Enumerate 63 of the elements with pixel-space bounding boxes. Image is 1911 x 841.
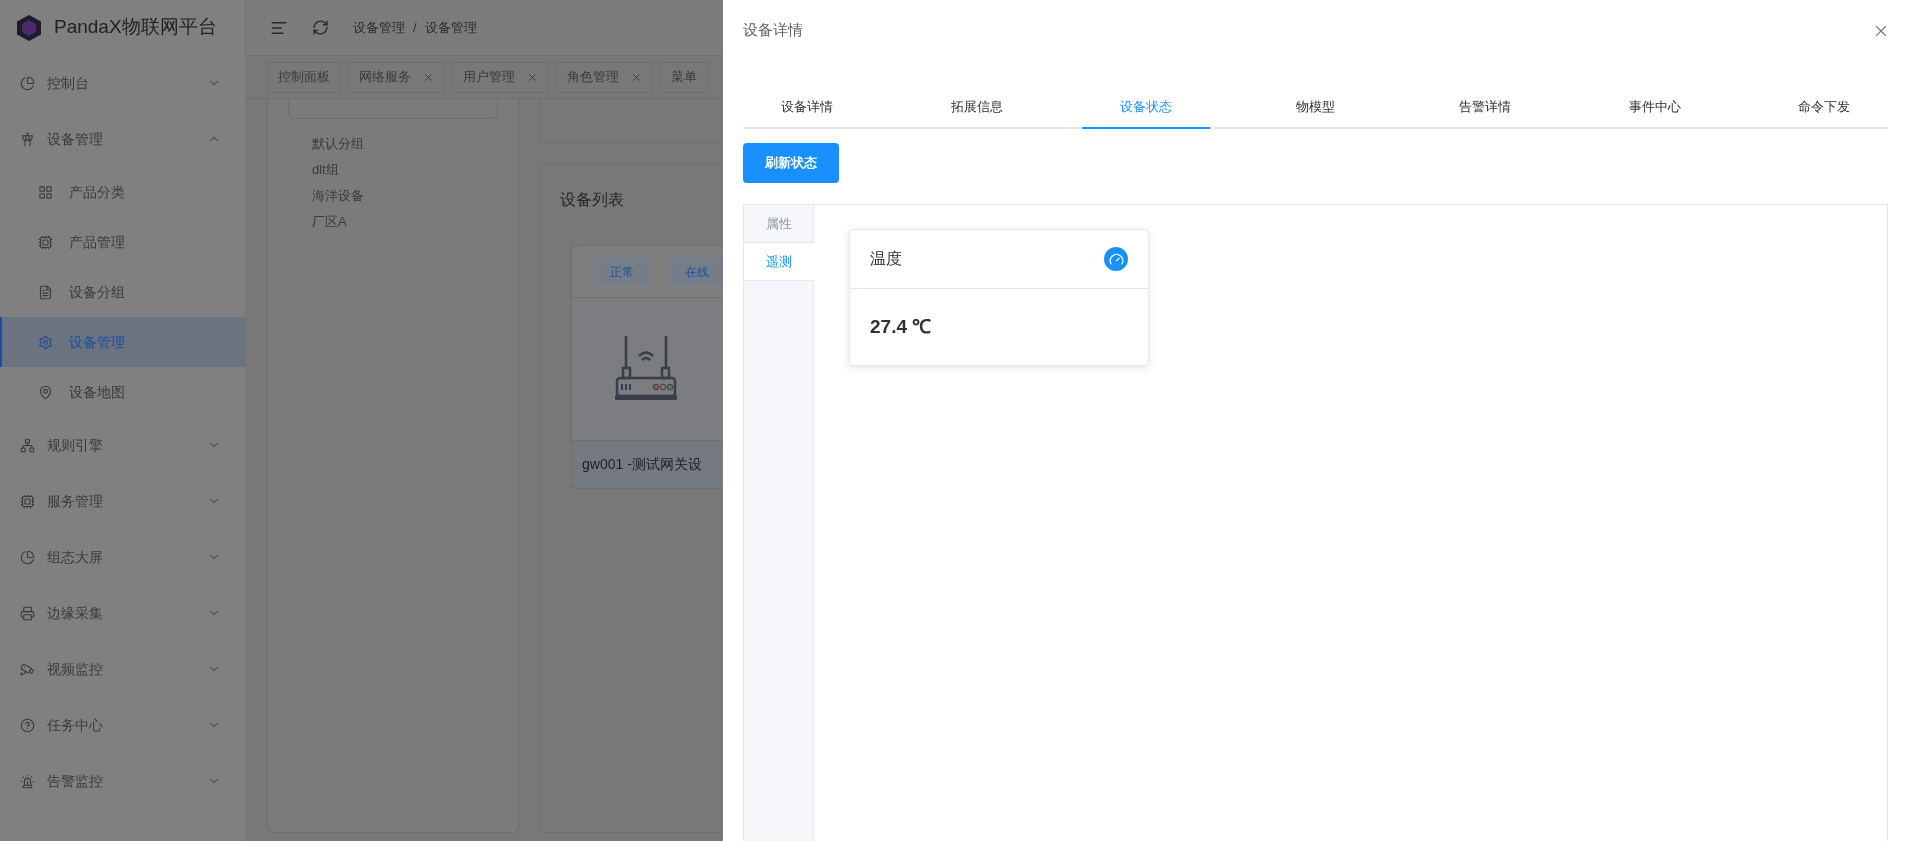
sidebar-subitem[interactable]: 设备地图 [0,367,245,417]
breadcrumb-item[interactable]: 设备管理 [353,17,405,38]
drawer-title: 设备详情 [743,20,803,41]
map-pin-icon [38,384,53,400]
printer-icon [20,605,35,621]
hierarchy-icon [20,437,35,453]
page-tag[interactable]: 角色管理 [556,61,653,93]
sidebar-item[interactable]: 控制台 [0,55,245,111]
tower-icon [20,131,35,147]
tab[interactable]: 告警详情 [1421,97,1549,129]
sidebar-subitem[interactable]: 设备管理 [0,317,245,367]
chip-icon [38,234,53,250]
close-icon[interactable] [527,71,538,83]
tab[interactable]: 拓展信息 [912,97,1041,129]
tree-item[interactable]: 海洋设备 [312,186,518,205]
sidebar-subitem[interactable]: 设备分组 [0,267,245,317]
sidebar-item[interactable]: 边缘采集 [0,585,245,641]
settings-icon [38,334,53,350]
tab[interactable]: 物模型 [1251,97,1380,129]
refresh-status-button[interactable]: 刷新状态 [743,143,839,183]
page-tag[interactable]: 网络服务 [348,61,445,93]
pie-chart-icon [20,549,35,565]
sidebar-item[interactable]: 规则引擎 [0,417,245,473]
refresh-icon[interactable] [312,19,329,36]
status-tag: 在线 [669,257,723,286]
breadcrumb-item: 设备管理 [424,18,477,37]
page-tag[interactable]: 菜单 [660,61,708,93]
alarm-icon [20,773,35,789]
app-name: PandaX物联网平台 [54,15,217,40]
card-title: 温度 [870,249,902,269]
status-tag: 正常 [594,257,650,286]
tab[interactable]: 设备状态 [1082,97,1210,129]
tab[interactable]: 事件中心 [1590,97,1719,129]
tree-item[interactable]: 厂区A [312,212,518,231]
sidebar-item[interactable]: 服务管理 [0,473,245,529]
tab[interactable]: 命令下发 [1760,97,1888,129]
sidebar-item[interactable]: 视频监控 [0,641,245,697]
tab[interactable]: 设备详情 [743,97,871,129]
gauge-icon [1104,247,1128,271]
pie-chart-icon [20,75,35,91]
telemetry-value: 27.4 ℃ [870,314,932,339]
tree-item[interactable]: 默认分组 [312,134,518,153]
logo-icon [16,13,42,42]
sidebar-item[interactable]: 任务中心 [0,697,245,753]
close-icon[interactable] [423,71,434,83]
sidebar-item[interactable]: 组态大屏 [0,529,245,585]
sidebar-item[interactable]: 设备管理 [0,111,245,167]
document-icon [38,284,53,300]
device-card[interactable]: 正常 在线 gw001 -测试网关设 [571,245,723,489]
side-tab[interactable]: 遥测 [744,243,814,281]
close-icon[interactable] [631,71,642,83]
breadcrumb-separator: / [413,18,417,37]
tree-item[interactable]: dlt组 [312,160,518,179]
page-tag[interactable]: 用户管理 [452,61,549,93]
panel-title: 设备列表 [560,190,625,210]
device-name: gw001 -测试网关设 [582,455,702,474]
chip-icon [20,493,35,509]
camera-icon [20,661,35,677]
sidebar-item[interactable]: 告警监控 [0,753,245,809]
grid-icon [38,184,53,200]
sidebar-subitem[interactable]: 产品管理 [0,217,245,267]
sidebar-subitem[interactable]: 产品分类 [0,167,245,217]
help-icon [20,717,35,733]
